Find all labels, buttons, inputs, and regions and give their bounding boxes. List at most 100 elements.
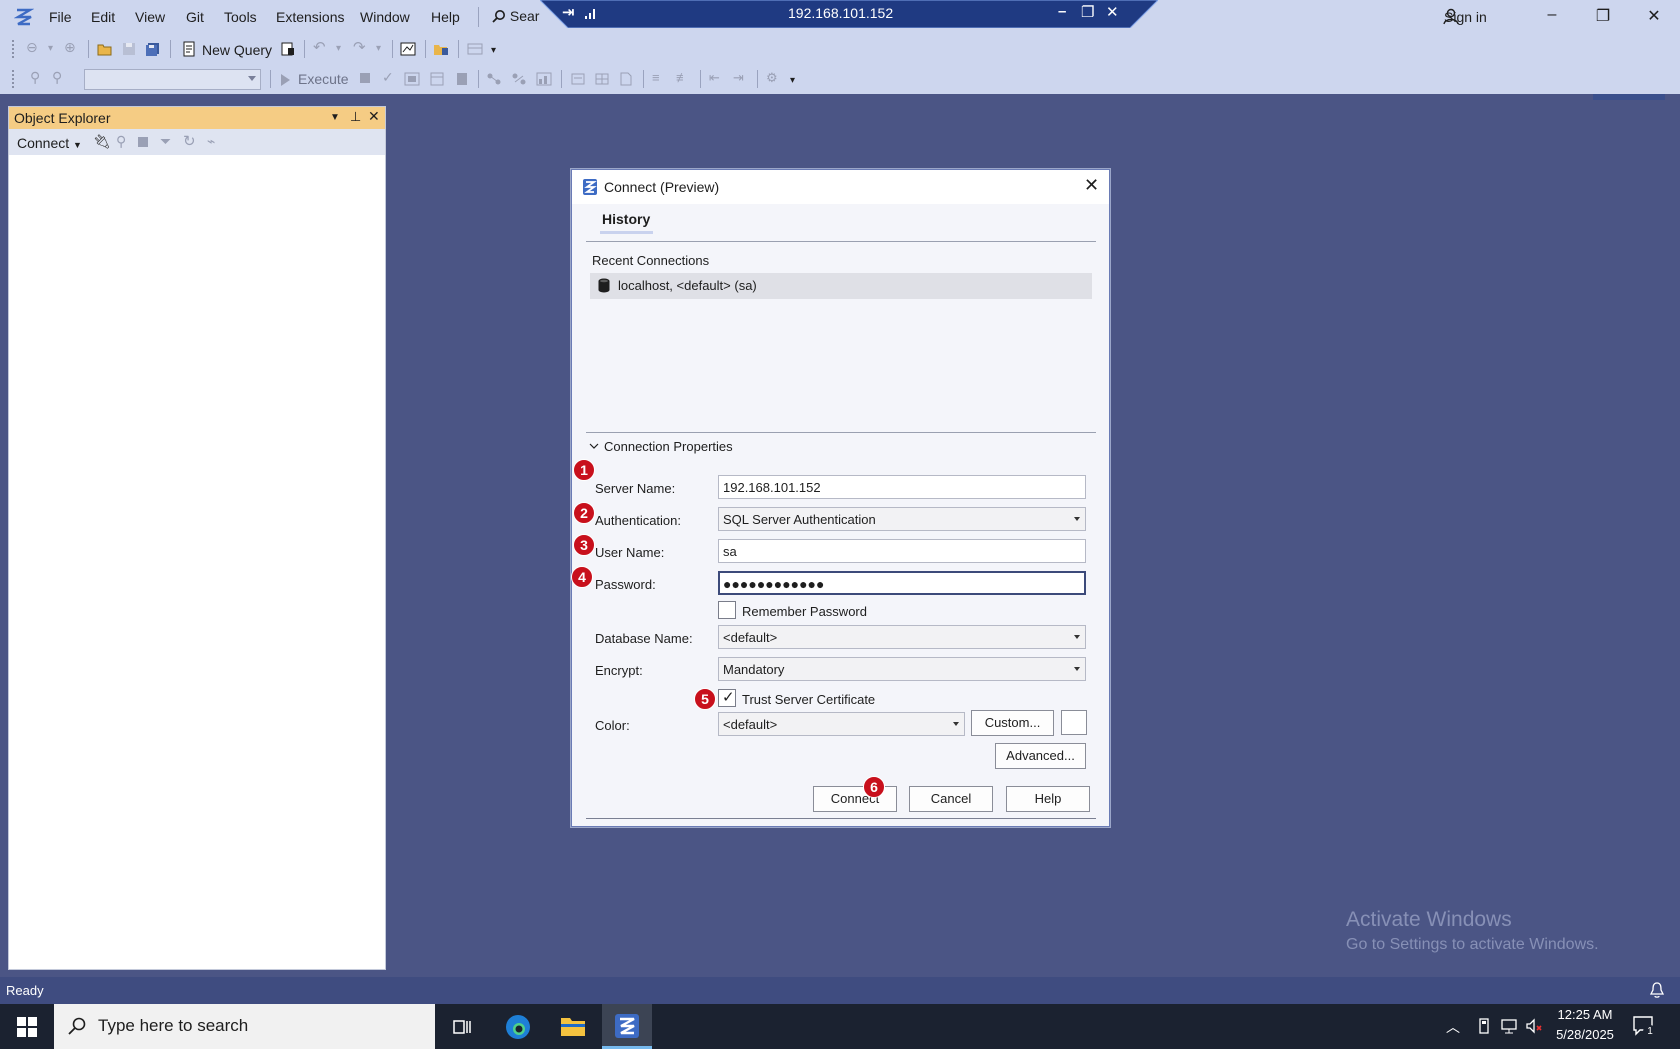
pin-icon[interactable]: ⊥ [350, 109, 361, 125]
toolbar-overflow-icon[interactable]: ▾ [790, 75, 806, 89]
taskbar-file-explorer[interactable] [548, 1004, 598, 1049]
tab-history[interactable]: History [602, 211, 650, 227]
undo-icon[interactable]: ↶ [313, 38, 329, 56]
taskbar-edge[interactable] [493, 1004, 543, 1049]
save-all-icon[interactable] [145, 42, 161, 56]
increase-indent-icon[interactable]: ⇥ [733, 70, 749, 85]
clock-time[interactable]: 12:25 AM [1555, 1007, 1615, 1022]
back-dropdown-icon[interactable]: ▾ [48, 43, 64, 57]
results-icon[interactable] [454, 72, 470, 86]
custom-color-button[interactable]: Custom... [971, 710, 1054, 736]
color-select[interactable]: <default> [718, 712, 965, 736]
rdp-minimize-icon[interactable]: – [1058, 3, 1066, 20]
forward-icon[interactable]: ⊕ [64, 39, 80, 55]
menu-extensions[interactable]: Extensions [276, 9, 344, 25]
recent-connection-item[interactable]: localhost, <default> (sa) [590, 273, 1092, 299]
disconnect-icon[interactable]: ⚲ [116, 133, 126, 150]
estimated-plan-icon[interactable] [486, 72, 502, 86]
taskbar-ssms[interactable] [602, 1004, 652, 1049]
results-to-grid-icon[interactable] [594, 72, 610, 86]
query-designer-icon[interactable] [429, 72, 445, 86]
open-folder-icon[interactable] [97, 42, 113, 56]
usb-device-icon[interactable] [1475, 1017, 1493, 1035]
menu-view[interactable]: View [135, 9, 165, 25]
toolbar-overflow-icon[interactable]: ▾ [491, 45, 507, 59]
close-window-icon[interactable]: ✕ [1642, 6, 1666, 26]
volume-muted-icon[interactable] [1525, 1017, 1543, 1035]
chevron-down-icon[interactable] [588, 440, 600, 452]
restore-icon[interactable]: ❐ [1591, 6, 1615, 26]
connection-properties-header[interactable]: Connection Properties [604, 439, 733, 454]
refresh-icon[interactable]: ↻ [183, 132, 196, 150]
advanced-button[interactable]: Advanced... [995, 743, 1086, 769]
redo-dropdown-icon[interactable]: ▾ [376, 43, 392, 57]
query-options-icon[interactable] [280, 42, 296, 56]
connect-plug-icon[interactable]: ⚲ [30, 69, 46, 85]
menu-tools[interactable]: Tools [224, 9, 257, 25]
rdp-close-icon[interactable]: ✕ [1106, 3, 1119, 21]
panel-close-icon[interactable]: ✕ [368, 108, 380, 125]
parse-icon[interactable]: ✓ [382, 69, 398, 85]
search-box[interactable]: Sear [492, 8, 539, 24]
trust-certificate-checkbox[interactable]: ✓ [718, 689, 736, 707]
new-query-button[interactable]: New Query [202, 42, 272, 58]
stop-icon[interactable] [360, 73, 370, 83]
connect-plug-icon[interactable]: 🔌︎ [93, 133, 111, 150]
rdp-restore-icon[interactable]: ❐ [1081, 3, 1094, 21]
action-center-button[interactable]: 1 [1632, 1014, 1658, 1040]
filter-icon[interactable]: ⏷ [160, 133, 171, 150]
user-name-input[interactable]: sa [718, 539, 1086, 563]
server-name-input[interactable]: 192.168.101.152 [718, 475, 1086, 499]
decrease-indent-icon[interactable]: ⇤ [709, 70, 725, 85]
color-swatch[interactable] [1061, 710, 1087, 735]
menu-help[interactable]: Help [431, 9, 460, 25]
connect-dropdown[interactable]: Connect ▼ [17, 135, 82, 151]
display-plan-icon[interactable] [404, 72, 420, 86]
results-to-file-icon[interactable] [618, 72, 634, 86]
notification-bell-icon[interactable] [1648, 981, 1666, 999]
registered-servers-icon[interactable] [433, 42, 449, 56]
menu-edit[interactable]: Edit [91, 9, 115, 25]
back-icon[interactable]: ⊖ [26, 39, 42, 55]
save-icon[interactable] [121, 42, 137, 56]
results-to-text-icon[interactable] [570, 72, 586, 86]
pin-icon[interactable]: ⇥ [562, 3, 575, 21]
dialog-close-icon[interactable]: ✕ [1084, 175, 1099, 196]
encrypt-select[interactable]: Mandatory [718, 657, 1086, 681]
activity-icon[interactable]: ⌁ [207, 133, 215, 150]
taskbar-search-box[interactable]: Type here to search [54, 1004, 435, 1049]
object-explorer-tree[interactable] [9, 155, 385, 969]
tray-chevron-up-icon[interactable]: ︿ [1446, 1017, 1464, 1035]
actual-plan-icon[interactable] [511, 72, 527, 86]
panel-menu-icon[interactable]: ▼ [330, 112, 340, 123]
menu-git[interactable]: Git [186, 9, 204, 25]
cancel-button[interactable]: Cancel [909, 786, 993, 812]
remember-password-checkbox[interactable] [718, 601, 736, 619]
specify-values-icon[interactable]: ⚙ [766, 70, 782, 85]
menu-file[interactable]: File [49, 9, 72, 25]
network-icon[interactable] [1500, 1017, 1518, 1035]
redo-icon[interactable]: ↷ [353, 38, 369, 56]
stop-icon[interactable] [138, 137, 148, 147]
new-query-icon[interactable] [181, 41, 197, 57]
activity-monitor-icon[interactable] [400, 42, 416, 56]
layout-icon[interactable] [467, 42, 483, 56]
toolbar-grip[interactable] [12, 40, 16, 58]
authentication-select[interactable]: SQL Server Authentication [718, 507, 1086, 531]
execute-button[interactable]: Execute [298, 71, 349, 87]
sign-in-link[interactable]: Sign in [1444, 9, 1487, 25]
live-stats-icon[interactable] [536, 72, 552, 86]
toolbar-grip[interactable] [12, 70, 16, 88]
password-input[interactable]: ●●●●●●●●●●●● [718, 571, 1086, 595]
help-button[interactable]: Help [1006, 786, 1090, 812]
uncomment-icon[interactable]: ≢ [676, 70, 692, 85]
menu-window[interactable]: Window [360, 9, 410, 25]
undo-dropdown-icon[interactable]: ▾ [336, 43, 352, 57]
clock-date[interactable]: 5/28/2025 [1552, 1027, 1618, 1042]
windows-start-icon[interactable] [17, 1017, 37, 1037]
change-connection-icon[interactable]: ⚲ [52, 69, 68, 85]
database-name-select[interactable]: <default> [718, 625, 1086, 649]
database-selector[interactable] [84, 69, 261, 90]
minimize-icon[interactable]: – [1540, 6, 1564, 24]
task-view-button[interactable] [437, 1004, 487, 1049]
